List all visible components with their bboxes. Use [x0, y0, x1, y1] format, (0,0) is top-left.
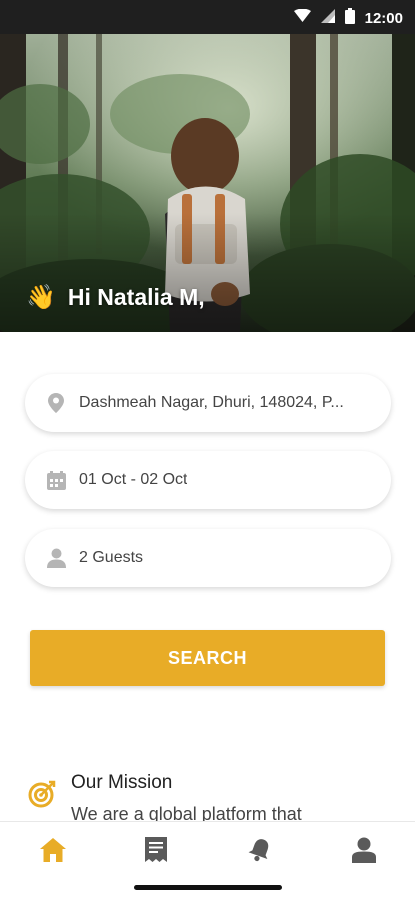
receipt-icon — [145, 837, 167, 867]
status-time: 12:00 — [364, 9, 403, 27]
greeting-text: Hi Natalia M, — [67, 284, 205, 310]
hero-banner: 👋 Hi Natalia M, — [0, 34, 415, 332]
home-icon — [40, 837, 66, 867]
search-button[interactable]: SEARCH — [30, 630, 385, 686]
guests-field[interactable]: 2 Guests — [25, 529, 391, 587]
location-value: Dashmeah Nagar, Dhuri, 148024, P... — [79, 394, 344, 411]
nav-home[interactable] — [33, 832, 73, 872]
home-indicator[interactable] — [134, 885, 282, 890]
target-icon — [28, 780, 56, 808]
wifi-icon — [293, 8, 311, 28]
guests-value: 2 Guests — [79, 549, 144, 566]
wave-icon: 👋 — [26, 283, 56, 311]
signal-icon — [320, 8, 335, 28]
status-bar: 12:00 — [0, 0, 415, 34]
dates-field[interactable]: 01 Oct - 02 Oct — [25, 451, 391, 509]
nav-notifications[interactable] — [240, 832, 280, 872]
bell-icon — [247, 837, 273, 868]
greeting: 👋 Hi Natalia M, — [26, 284, 205, 311]
search-button-label: SEARCH — [167, 647, 247, 668]
battery-icon — [344, 7, 355, 29]
dates-value: 01 Oct - 02 Oct — [79, 471, 188, 488]
profile-icon — [352, 837, 376, 868]
nav-profile[interactable] — [344, 832, 384, 872]
calendar-icon — [45, 469, 67, 491]
mission-title: Our Mission — [71, 772, 173, 793]
nav-bookings[interactable] — [136, 832, 176, 872]
location-field[interactable]: Dashmeah Nagar, Dhuri, 148024, P... — [25, 374, 391, 432]
status-icons: 12:00 — [293, 7, 403, 29]
person-icon — [45, 547, 67, 569]
location-pin-icon — [45, 392, 67, 414]
